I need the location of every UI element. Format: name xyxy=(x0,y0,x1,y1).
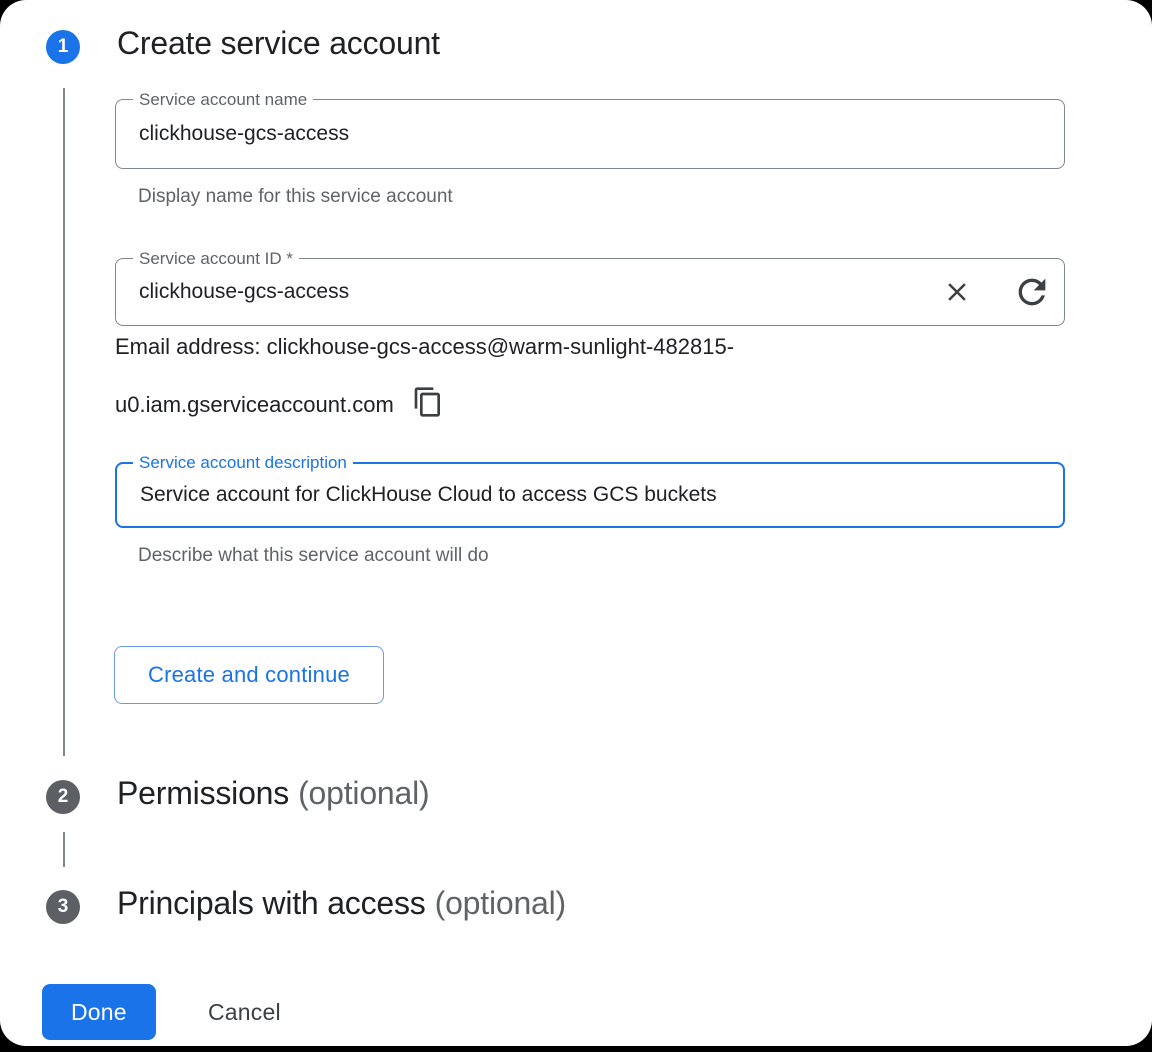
step-3-title-text: Principals with access xyxy=(117,885,426,921)
service-account-name-input[interactable] xyxy=(116,100,1064,168)
service-account-id-label: Service account ID * xyxy=(133,249,299,269)
step-3-title: Principals with access(optional) xyxy=(117,885,566,922)
step-1-title: Create service account xyxy=(117,25,440,62)
step-connector-line xyxy=(63,88,65,756)
step-2-indicator: 2 xyxy=(46,780,80,814)
service-account-name-field: Service account name xyxy=(115,99,1065,169)
service-account-description-helper: Describe what this service account will … xyxy=(138,545,489,567)
done-button[interactable]: Done xyxy=(42,984,156,1040)
id-field-actions xyxy=(937,272,1052,312)
step-1-title-text: Create service account xyxy=(117,25,440,61)
cancel-button[interactable]: Cancel xyxy=(198,984,291,1040)
service-account-name-helper: Display name for this service account xyxy=(138,186,453,208)
refresh-icon xyxy=(1012,272,1052,312)
service-account-description-input[interactable] xyxy=(117,464,1063,526)
email-address: Email address: clickhouse-gcs-access@war… xyxy=(115,318,734,434)
email-address-line2: u0.iam.gserviceaccount.com xyxy=(115,376,734,434)
create-and-continue-button[interactable]: Create and continue xyxy=(114,646,384,704)
service-account-name-label: Service account name xyxy=(133,90,313,110)
copy-email-button[interactable] xyxy=(412,386,444,418)
step-3-indicator: 3 xyxy=(46,890,80,924)
clear-icon xyxy=(942,277,972,307)
service-account-id-field: Service account ID * xyxy=(115,258,1065,326)
service-account-description-label: Service account description xyxy=(133,453,353,473)
email-address-line1: Email address: clickhouse-gcs-access@war… xyxy=(115,318,734,376)
step-2-optional-text: (optional) xyxy=(298,775,429,811)
service-account-description-field: Service account description xyxy=(115,462,1065,528)
step-connector-line xyxy=(63,832,65,867)
copy-icon xyxy=(412,386,444,418)
step-1-indicator: 1 xyxy=(46,30,80,64)
regenerate-id-button[interactable] xyxy=(1012,272,1052,312)
create-service-account-panel: 1 Create service account Service account… xyxy=(0,0,1152,1046)
step-2-title-text: Permissions xyxy=(117,775,289,811)
step-2-title: Permissions(optional) xyxy=(117,775,430,812)
step-3-optional-text: (optional) xyxy=(435,885,566,921)
clear-id-button[interactable] xyxy=(937,272,977,312)
